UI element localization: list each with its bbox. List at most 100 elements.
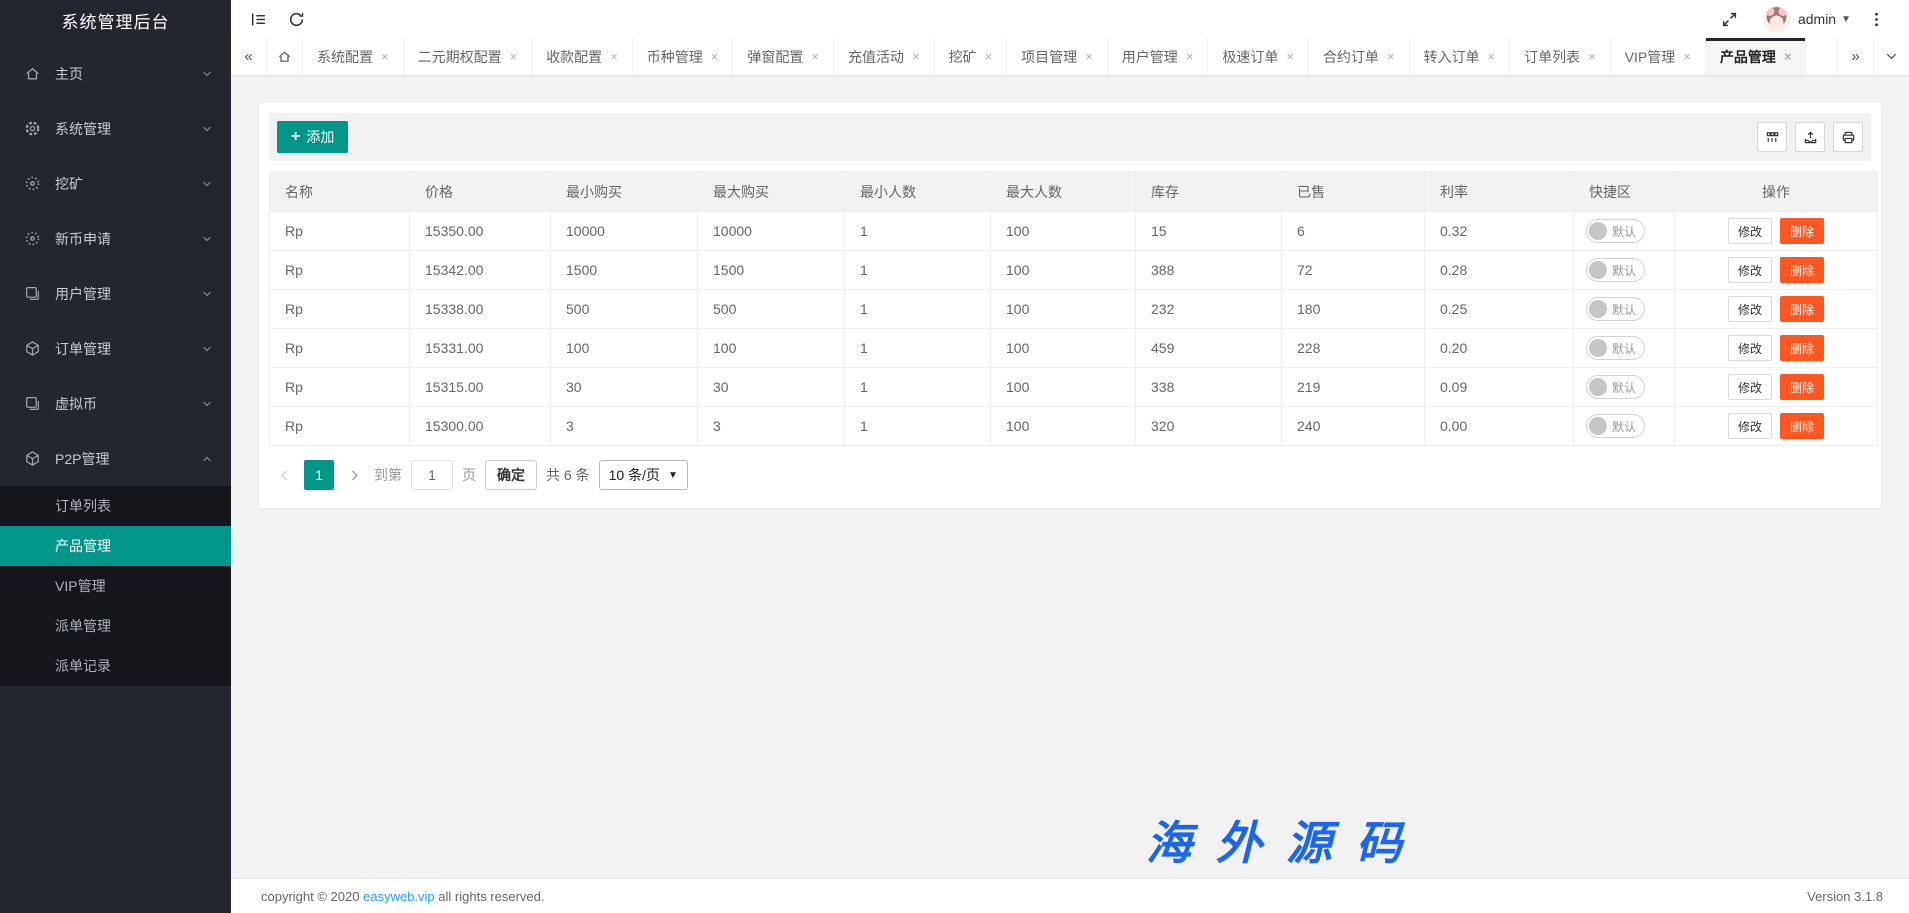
sidebar-item[interactable]: 虚拟币 bbox=[0, 376, 231, 431]
mine-icon bbox=[24, 175, 41, 192]
sidebar-item-label: P2P管理 bbox=[55, 449, 201, 469]
sidebar-item[interactable]: 新币申请 bbox=[0, 211, 231, 266]
close-icon[interactable]: × bbox=[610, 49, 618, 64]
delete-button[interactable]: 删除 bbox=[1780, 335, 1824, 361]
close-icon[interactable]: × bbox=[1186, 49, 1194, 64]
fullscreen-icon[interactable] bbox=[1711, 0, 1749, 38]
table-cell: 338 bbox=[1136, 368, 1282, 407]
tabs-dropdown-icon[interactable] bbox=[1873, 38, 1909, 75]
kebab-menu-icon[interactable] bbox=[1857, 0, 1895, 38]
tab[interactable]: 订单列表× bbox=[1510, 38, 1611, 75]
close-icon[interactable]: × bbox=[985, 49, 993, 64]
delete-button[interactable]: 删除 bbox=[1780, 374, 1824, 400]
sidebar-item[interactable]: 主页 bbox=[0, 46, 231, 101]
delete-button[interactable]: 删除 bbox=[1780, 413, 1824, 439]
submenu-item[interactable]: 派单管理 bbox=[0, 606, 231, 646]
close-icon[interactable]: × bbox=[1683, 49, 1691, 64]
prev-page-icon[interactable] bbox=[273, 460, 295, 490]
close-icon[interactable]: × bbox=[510, 49, 518, 64]
tab[interactable]: 产品管理 × bbox=[1706, 38, 1807, 75]
default-toggle[interactable]: 默认 bbox=[1586, 414, 1645, 438]
edit-button[interactable]: 修改 bbox=[1728, 218, 1772, 244]
default-toggle[interactable]: 默认 bbox=[1586, 297, 1645, 321]
gear-icon bbox=[24, 120, 41, 137]
tab[interactable]: 挖矿 × bbox=[935, 38, 1008, 75]
edit-button[interactable]: 修改 bbox=[1728, 335, 1772, 361]
add-button[interactable]: + 添加 bbox=[277, 121, 348, 153]
sidebar-item[interactable]: 系统管理 bbox=[0, 101, 231, 156]
actions-cell: 修改删除 bbox=[1675, 290, 1878, 329]
close-icon[interactable]: × bbox=[1488, 49, 1496, 64]
page-number[interactable]: 1 bbox=[304, 460, 334, 490]
confirm-button[interactable]: 确定 bbox=[485, 460, 537, 490]
tab-label: 挖矿 bbox=[949, 47, 977, 67]
tab-label: 充值活动 bbox=[848, 47, 904, 67]
submenu-item[interactable]: VIP管理 bbox=[0, 566, 231, 606]
filter-columns-button[interactable] bbox=[1757, 122, 1787, 152]
tab-label: 产品管理 bbox=[1720, 47, 1776, 67]
delete-button[interactable]: 删除 bbox=[1780, 296, 1824, 322]
default-toggle[interactable]: 默认 bbox=[1586, 336, 1645, 360]
tab-label: 极速订单 bbox=[1222, 47, 1278, 67]
submenu-item[interactable]: 订单列表 bbox=[0, 486, 231, 526]
close-icon[interactable]: × bbox=[811, 49, 819, 64]
tab[interactable]: 转入订单× bbox=[1410, 38, 1511, 75]
table-cell: 388 bbox=[1136, 251, 1282, 290]
submenu-item[interactable]: 派单记录 bbox=[0, 646, 231, 686]
close-icon[interactable]: × bbox=[912, 49, 920, 64]
refresh-icon[interactable] bbox=[277, 0, 315, 38]
tab[interactable]: 充值活动 × bbox=[834, 38, 935, 75]
avatar[interactable] bbox=[1763, 6, 1790, 33]
tab[interactable]: 系统配置× bbox=[303, 38, 404, 75]
edit-button[interactable]: 修改 bbox=[1728, 257, 1772, 283]
submenu-item[interactable]: 产品管理 bbox=[0, 526, 231, 566]
table-cell: 1 bbox=[845, 290, 991, 329]
edit-button[interactable]: 修改 bbox=[1728, 374, 1772, 400]
tab[interactable]: 收款配置× bbox=[532, 38, 633, 75]
tab[interactable]: 用户管理× bbox=[1108, 38, 1209, 75]
close-icon[interactable]: × bbox=[1588, 49, 1596, 64]
table-cell: 72 bbox=[1282, 251, 1425, 290]
toggle-label: 默认 bbox=[1612, 262, 1636, 279]
tab[interactable]: VIP管理× bbox=[1611, 38, 1706, 75]
close-icon[interactable]: × bbox=[1387, 49, 1395, 64]
sidebar-item[interactable]: P2P管理 bbox=[0, 431, 231, 486]
tab[interactable]: 二元期权配置× bbox=[404, 38, 533, 75]
edit-button[interactable]: 修改 bbox=[1728, 296, 1772, 322]
table-cell: 0.20 bbox=[1425, 329, 1574, 368]
default-toggle[interactable]: 默认 bbox=[1586, 258, 1645, 282]
tab[interactable]: 合约订单× bbox=[1309, 38, 1410, 75]
sidebar-item[interactable]: 用户管理 bbox=[0, 266, 231, 321]
copyright-link[interactable]: easyweb.vip bbox=[363, 889, 435, 904]
delete-button[interactable]: 删除 bbox=[1780, 257, 1824, 283]
close-icon[interactable]: × bbox=[1784, 49, 1792, 64]
page-input[interactable] bbox=[411, 460, 453, 490]
tab[interactable]: 币种管理× bbox=[633, 38, 734, 75]
delete-button[interactable]: 删除 bbox=[1780, 218, 1824, 244]
tabs-scroll-right-icon[interactable]: » bbox=[1837, 38, 1873, 75]
default-toggle[interactable]: 默认 bbox=[1586, 375, 1645, 399]
sidebar-item[interactable]: 挖矿 bbox=[0, 156, 231, 211]
close-icon[interactable]: × bbox=[1286, 49, 1294, 64]
tabbar: « 系统配置×二元期权配置×收款配置×币种管理×弹窗配置×充值活动×挖矿×项目管… bbox=[231, 38, 1909, 75]
tab[interactable]: 项目管理× bbox=[1007, 38, 1108, 75]
table-cell: 默认 bbox=[1574, 290, 1675, 329]
home-tab[interactable] bbox=[267, 38, 303, 75]
tab[interactable]: 极速订单 × bbox=[1208, 38, 1309, 75]
sidebar-collapse-icon[interactable] bbox=[239, 0, 277, 38]
page-size-select[interactable]: 10 条/页 ▼ bbox=[599, 460, 688, 490]
close-icon[interactable]: × bbox=[1085, 49, 1093, 64]
table-cell: 0.32 bbox=[1425, 212, 1574, 251]
username[interactable]: admin bbox=[1798, 11, 1836, 27]
next-page-icon[interactable] bbox=[343, 460, 365, 490]
close-icon[interactable]: × bbox=[381, 49, 389, 64]
tab[interactable]: 弹窗配置× bbox=[733, 38, 834, 75]
close-icon[interactable]: × bbox=[711, 49, 719, 64]
sidebar-item[interactable]: 订单管理 bbox=[0, 321, 231, 376]
print-button[interactable] bbox=[1833, 122, 1863, 152]
plus-icon: + bbox=[291, 129, 300, 145]
tabs-scroll-left-icon[interactable]: « bbox=[231, 38, 267, 75]
default-toggle[interactable]: 默认 bbox=[1586, 219, 1645, 243]
edit-button[interactable]: 修改 bbox=[1728, 413, 1772, 439]
export-button[interactable] bbox=[1795, 122, 1825, 152]
